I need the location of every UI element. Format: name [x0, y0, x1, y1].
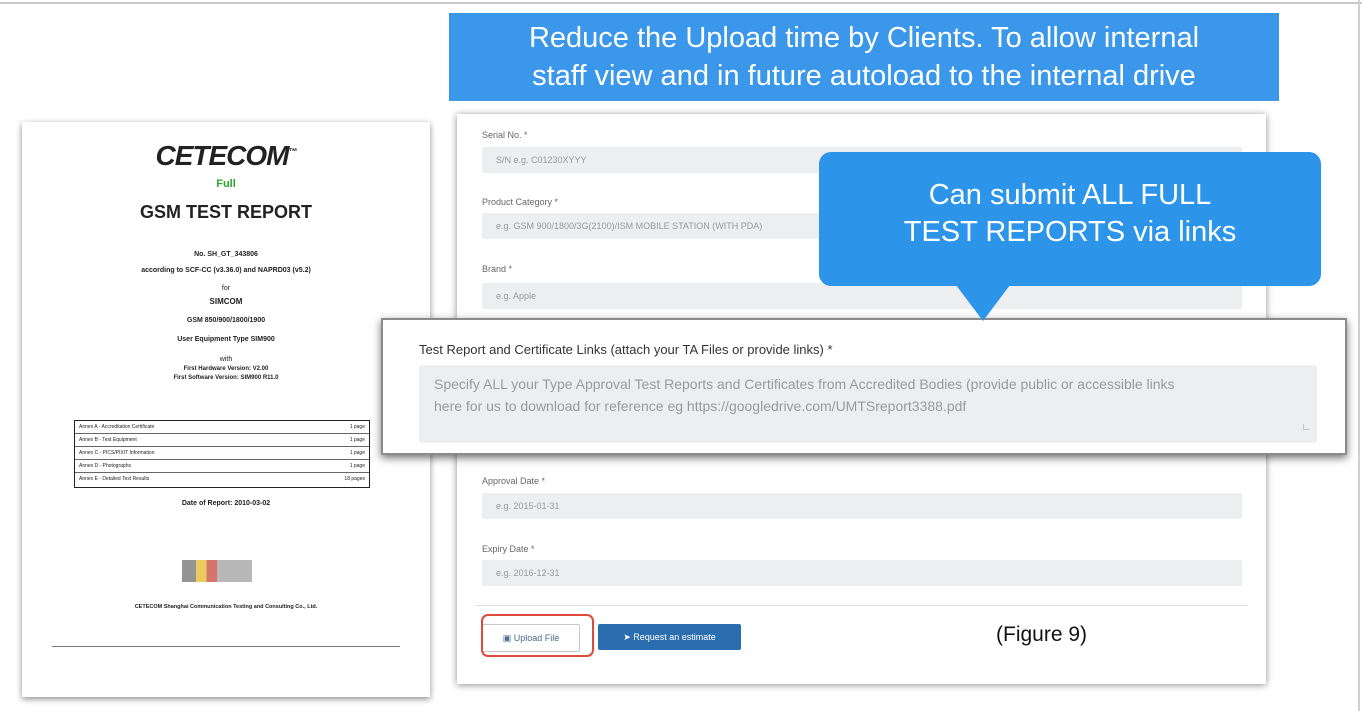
textarea-placeholder-line-1: Specify ALL your Type Approval Test Repo…	[434, 376, 1175, 392]
top-rule	[0, 2, 1362, 4]
annex-row: Annex C - PICS/PIXIT Information 1 page	[75, 447, 369, 460]
brand-label: Brand *	[482, 264, 513, 274]
approval-date-label: Approval Date *	[482, 476, 546, 486]
annex-row: Annex D - Photographs 1 page	[75, 460, 369, 473]
request-estimate-label: Request an estimate	[633, 632, 716, 642]
right-rule	[1358, 0, 1360, 711]
footer-divider	[52, 646, 400, 647]
test-report-document: CETECOM™ Full GSM TEST REPORT No. SH_GT_…	[22, 122, 430, 697]
footer-company: CETECOM Shanghai Communication Testing a…	[134, 604, 318, 610]
textarea-placeholder-line-2: here for us to download for reference eg…	[434, 398, 967, 414]
request-estimate-button[interactable]: ➤ Request an estimate	[598, 624, 741, 650]
expiry-date-label: Expiry Date *	[482, 544, 535, 554]
figure-caption: (Figure 9)	[996, 623, 1088, 646]
report-date: Date of Report: 2010-03-02	[181, 500, 271, 507]
report-hw-version: First Hardware Version: V2.00	[183, 366, 269, 372]
test-report-links-field: Test Report and Certificate Links (attac…	[381, 318, 1347, 455]
callout-bubble: Can submit ALL FULL TEST REPORTS via lin…	[819, 152, 1321, 286]
annex-row: Annex E - Detailed Test Results 18 pages	[79, 476, 365, 482]
brand-input[interactable]: e.g. Apple	[482, 283, 1242, 309]
report-ue: User Equipment Type SIM900	[177, 336, 275, 343]
report-title: GSM TEST REPORT	[139, 202, 312, 222]
callout-pointer	[956, 285, 1010, 321]
approval-date-input[interactable]: e.g. 2015-01-31	[482, 493, 1242, 519]
report-for: for	[221, 285, 231, 292]
annex-row: Annex B - Test Equipment 1 page	[75, 434, 369, 447]
upload-button-highlight-ring	[481, 614, 594, 657]
category-label: Product Category *	[482, 197, 559, 207]
cetecom-logo: CETECOM™	[155, 140, 298, 171]
test-report-links-textarea[interactable]: Specify ALL your Type Approval Test Repo…	[419, 365, 1317, 443]
resize-handle-icon[interactable]: ∟	[1301, 417, 1311, 439]
report-bands: GSM 850/900/1800/1900	[186, 317, 266, 324]
headline-line-2: staff view and in future autoload to the…	[532, 60, 1196, 92]
accreditation-stamp	[182, 560, 252, 582]
callout-line-1: Can submit ALL FULL	[928, 179, 1212, 211]
send-icon: ➤	[623, 632, 631, 642]
report-badge: Full	[216, 178, 236, 190]
test-report-links-label: Test Report and Certificate Links (attac…	[419, 342, 833, 357]
report-company: SIMCOM	[209, 297, 243, 306]
form-divider	[475, 605, 1248, 606]
callout-line-2: TEST REPORTS via links	[903, 216, 1237, 248]
headline-line-1: Reduce the Upload time by Clients. To al…	[528, 22, 1200, 54]
report-sw-version: First Software Version: SIM900 R11.0	[173, 375, 279, 381]
headline-banner: Reduce the Upload time by Clients. To al…	[449, 13, 1279, 101]
report-according: according to SCF-CC (v3.36.0) and NAPRD0…	[141, 267, 311, 274]
expiry-date-input[interactable]: e.g. 2016-12-31	[482, 560, 1242, 586]
report-number: No. SH_GT_343806	[194, 251, 258, 258]
annex-table: Annex A - Accreditation Certificate 1 pag…	[74, 420, 370, 488]
serial-label: Serial No. *	[482, 130, 528, 140]
report-with: with	[219, 356, 233, 363]
annex-row: Annex A - Accreditation Certificate 1 pag…	[75, 421, 369, 434]
